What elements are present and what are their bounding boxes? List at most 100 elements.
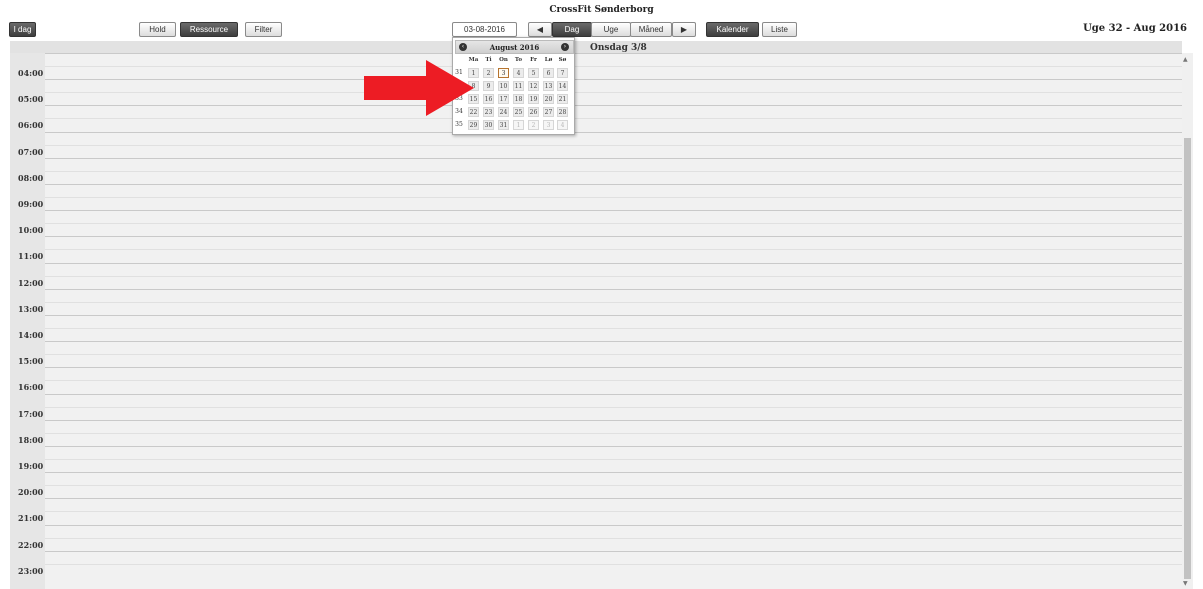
datepicker-weekday: To (514, 57, 523, 63)
datepicker-weekday: Ti (485, 57, 492, 63)
datepicker-day[interactable]: 18 (513, 94, 524, 104)
time-label: 22:00 (18, 539, 44, 550)
datepicker-day[interactable]: 16 (483, 94, 494, 104)
datepicker-day[interactable]: 23 (483, 107, 494, 117)
hour-line (45, 131, 1182, 133)
hour-line (45, 105, 1182, 107)
datepicker-header: ‹ August 2016 › (455, 40, 574, 54)
datepicker-day[interactable]: 28 (557, 107, 568, 117)
next-button[interactable]: ▶ (672, 22, 696, 37)
half-hour-line (45, 118, 1182, 120)
datepicker-day[interactable]: 30 (483, 120, 494, 130)
half-hour-line (45, 144, 1182, 146)
time-label: 11:00 (18, 251, 44, 262)
prev-button[interactable]: ◀ (528, 22, 552, 37)
time-label: 07:00 (18, 146, 44, 157)
time-label: 09:00 (18, 199, 44, 209)
datepicker-weekday: Sø (558, 57, 567, 63)
datepicker-day[interactable]: 31 (498, 120, 509, 130)
half-hour-line (45, 170, 1182, 172)
time-label: 20:00 (18, 487, 44, 498)
hour-line (45, 367, 1182, 369)
hour-line (45, 79, 1182, 81)
tab-day[interactable]: Dag (552, 22, 592, 37)
datepicker-day[interactable]: 19 (528, 94, 539, 104)
time-column (10, 53, 45, 589)
datepicker-next-icon[interactable]: › (561, 43, 569, 51)
half-hour-line (45, 432, 1182, 434)
datepicker-day[interactable]: 26 (528, 107, 539, 117)
half-hour-line (45, 354, 1182, 356)
liste-button[interactable]: Liste (762, 22, 797, 37)
today-button[interactable]: I dag (9, 22, 36, 37)
hour-line (45, 210, 1182, 212)
half-hour-line (45, 197, 1182, 198)
datepicker-day[interactable]: 25 (513, 107, 524, 117)
tab-month[interactable]: Måned (630, 22, 672, 37)
datepicker-day[interactable]: 29 (468, 120, 479, 130)
datepicker-day[interactable]: 12 (528, 81, 539, 91)
scroll-down-icon[interactable]: ▼ (1183, 580, 1188, 587)
half-hour-line (45, 92, 1182, 94)
datepicker-day[interactable]: 11 (513, 81, 524, 91)
scroll-up-icon[interactable]: ▲ (1183, 56, 1188, 63)
hour-line (45, 446, 1182, 447)
time-label: 08:00 (18, 172, 44, 183)
day-column-label: Onsdag 3/8 (590, 43, 647, 53)
datepicker-day[interactable]: 5 (528, 68, 539, 78)
datepicker-day[interactable]: 6 (543, 68, 554, 78)
red-arrow-icon (364, 60, 474, 116)
time-label: 15:00 (18, 356, 44, 367)
datepicker-weekday: Lø (544, 57, 553, 63)
half-hour-line (45, 66, 1182, 67)
datepicker-day[interactable]: 20 (543, 94, 554, 104)
time-label: 13:00 (18, 303, 44, 314)
datepicker-day[interactable]: 14 (557, 81, 568, 91)
day-grid[interactable] (45, 53, 1182, 589)
datepicker-day[interactable]: 24 (498, 107, 509, 117)
datepicker-day[interactable]: 9 (483, 81, 494, 91)
hour-line (45, 419, 1182, 421)
ressource-button[interactable]: Ressource (180, 22, 238, 37)
hour-line (45, 315, 1182, 316)
datepicker-day[interactable]: 1 (513, 120, 524, 130)
half-hour-line (45, 511, 1182, 513)
datepicker-day[interactable]: 3 (498, 68, 509, 78)
time-label: 06:00 (18, 120, 44, 131)
datepicker-day[interactable]: 17 (498, 94, 509, 104)
datepicker-day[interactable]: 10 (498, 81, 509, 91)
hold-button[interactable]: Hold (139, 22, 176, 37)
time-label: 04:00 (18, 68, 44, 78)
hour-line (45, 236, 1182, 238)
time-label: 12:00 (18, 277, 44, 288)
datepicker-day[interactable]: 7 (557, 68, 568, 78)
half-hour-line (45, 275, 1182, 277)
page-title: CrossFit Sønderborg (549, 5, 654, 15)
datepicker-day[interactable]: 13 (543, 81, 554, 91)
time-label: 17:00 (18, 408, 44, 419)
datepicker-day[interactable]: 27 (543, 107, 554, 117)
hour-line (45, 157, 1182, 159)
datepicker-day[interactable]: 4 (513, 68, 524, 78)
tab-week[interactable]: Uge (591, 22, 631, 37)
time-label: 14:00 (18, 330, 44, 340)
datepicker-day[interactable]: 3 (543, 120, 554, 130)
datepicker-day[interactable]: 2 (483, 68, 494, 78)
datepicker-day[interactable]: 4 (557, 120, 568, 130)
half-hour-line (45, 406, 1182, 408)
time-label: 21:00 (18, 513, 44, 524)
half-hour-line (45, 563, 1182, 565)
datepicker-day[interactable]: 21 (557, 94, 568, 104)
filter-button[interactable]: Filter (245, 22, 282, 37)
hour-line (45, 498, 1182, 500)
hour-line (45, 288, 1182, 290)
kalender-button[interactable]: Kalender (706, 22, 759, 37)
hour-line (45, 341, 1182, 343)
date-field[interactable]: 03-08-2016 (452, 22, 517, 37)
datepicker-week-number: 35 (455, 121, 463, 128)
scrollbar-thumb[interactable] (1184, 138, 1191, 579)
time-label: 05:00 (18, 94, 44, 105)
half-hour-line (45, 485, 1182, 487)
half-hour-line (45, 537, 1182, 539)
datepicker-day[interactable]: 2 (528, 120, 539, 130)
